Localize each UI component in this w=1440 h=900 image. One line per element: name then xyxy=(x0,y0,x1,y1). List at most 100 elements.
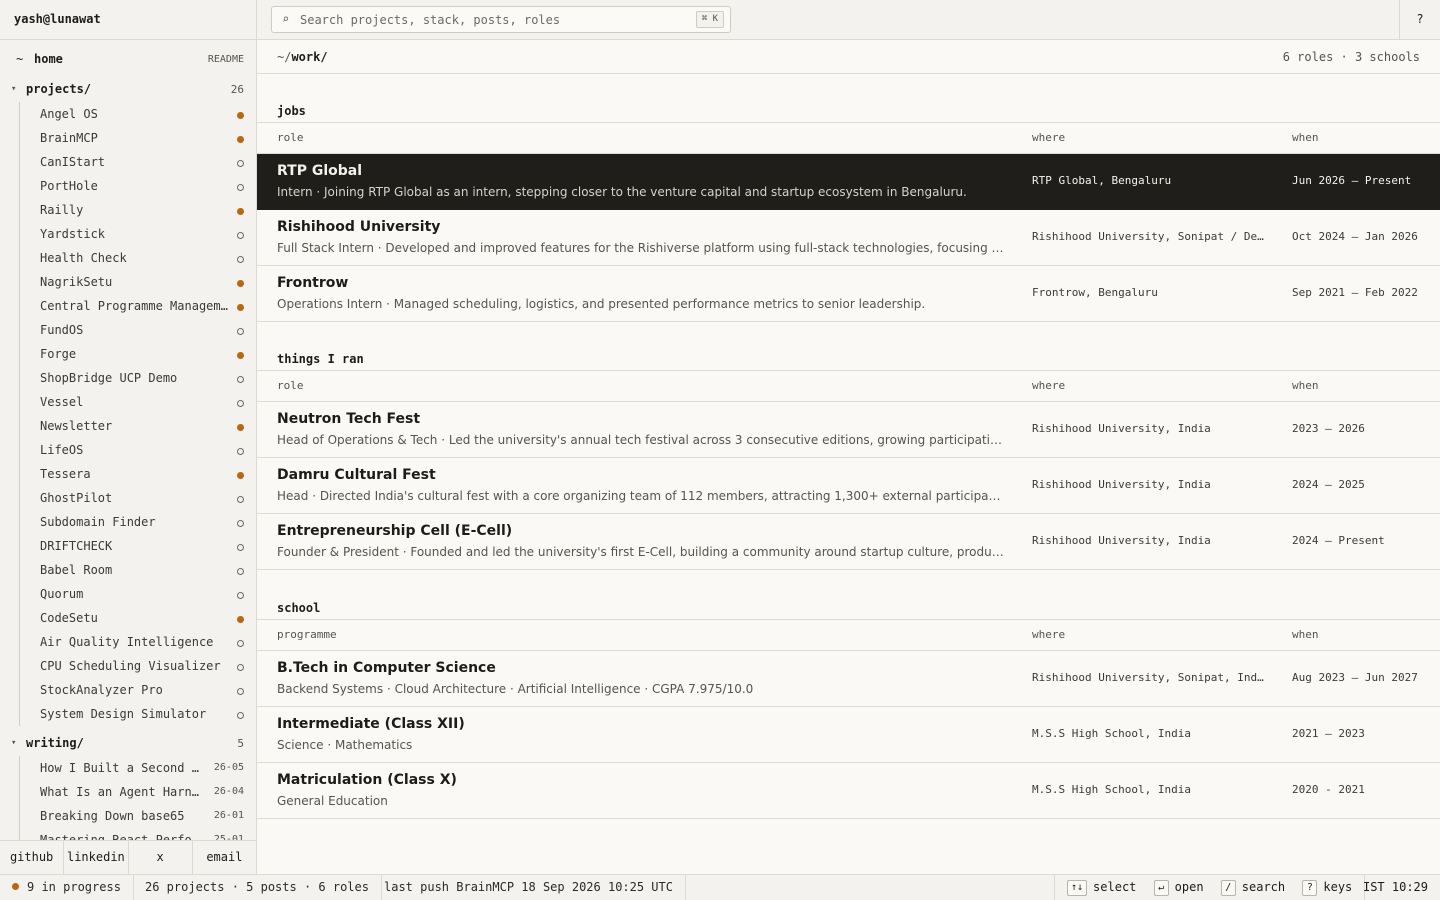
sidebar-project-item[interactable]: CodeSetu xyxy=(0,606,256,630)
github-link[interactable]: github xyxy=(0,841,65,874)
column-header-when[interactable]: when xyxy=(1292,379,1319,392)
row-description: Full Stack Intern · Developed and improv… xyxy=(277,241,1007,255)
idle-dot-icon xyxy=(237,688,244,695)
project-name: Air Quality Intelligence xyxy=(40,635,214,649)
table-row[interactable]: B.Tech in Computer Science Backend System… xyxy=(257,651,1440,707)
table-header: programme where when xyxy=(257,619,1440,651)
section-title: school xyxy=(277,601,321,615)
sidebar-project-item[interactable]: Subdomain Finder xyxy=(0,510,256,534)
sidebar-project-item[interactable]: Air Quality Intelligence xyxy=(0,630,256,654)
table-row[interactable]: Neutron Tech Fest Head of Operations & Te… xyxy=(257,402,1440,458)
sidebar-post-item[interactable]: Breaking Down base65 26-01 xyxy=(0,804,256,828)
sidebar-project-item[interactable]: Newsletter xyxy=(0,414,256,438)
breadcrumb: ~/work/ xyxy=(277,50,328,64)
row-title: Frontrow xyxy=(277,275,349,291)
help-button[interactable]: ? xyxy=(1399,0,1440,39)
row-where: Frontrow, Bengaluru xyxy=(1032,286,1158,299)
row-description: Head of Operations & Tech · Led the univ… xyxy=(277,433,1007,447)
column-header-role[interactable]: role xyxy=(277,379,304,392)
idle-dot-icon xyxy=(237,496,244,503)
work-summary: 6 roles · 3 schools xyxy=(1282,50,1420,64)
project-name: Vessel xyxy=(40,395,84,409)
sidebar-project-item[interactable]: CPU Scheduling Visualizer xyxy=(0,654,256,678)
column-header-role[interactable]: role xyxy=(277,131,304,144)
sidebar-project-item[interactable]: GhostPilot xyxy=(0,486,256,510)
sidebar-home[interactable]: ~ home README xyxy=(0,50,256,70)
sidebar-project-item[interactable]: PortHole xyxy=(0,174,256,198)
projects-folder-label: projects/ xyxy=(26,82,92,96)
brand[interactable]: yash@lunawat xyxy=(0,0,257,40)
project-name: Railly xyxy=(40,203,84,217)
sidebar-project-item[interactable]: StockAnalyzer Pro xyxy=(0,678,256,702)
sidebar-project-item[interactable]: Health Check xyxy=(0,246,256,270)
sidebar-post-item[interactable]: What Is an Agent Harness 26-04 xyxy=(0,780,256,804)
sidebar-project-item[interactable]: LifeOS xyxy=(0,438,256,462)
sidebar-project-item[interactable]: BrainMCP xyxy=(0,126,256,150)
row-where: Rishihood University, India xyxy=(1032,422,1211,435)
sidebar-project-item[interactable]: System Design Simulator xyxy=(0,702,256,726)
project-name: Babel Room xyxy=(40,563,113,577)
in-progress-dot-icon xyxy=(237,112,244,119)
project-name: Angel OS xyxy=(40,107,98,121)
projects-folder[interactable]: ▾ projects/ 26 xyxy=(0,80,256,100)
linkedin-link[interactable]: linkedin xyxy=(64,841,129,874)
project-name: FundOS xyxy=(40,323,84,337)
sidebar-project-item[interactable]: DRIFTCHECK xyxy=(0,534,256,558)
breadcrumb-root[interactable]: ~/ xyxy=(277,50,291,64)
project-name: Newsletter xyxy=(40,419,113,433)
search-box[interactable]: ⌕ ⌘ K xyxy=(271,6,731,33)
path-bar: ~/work/ 6 roles · 3 schools xyxy=(257,40,1440,74)
column-header-where[interactable]: where xyxy=(1032,131,1065,144)
table-row[interactable]: Damru Cultural Fest Head · Directed India… xyxy=(257,458,1440,514)
x-link[interactable]: x xyxy=(129,841,193,874)
sidebar-project-item[interactable]: FundOS xyxy=(0,318,256,342)
idle-dot-icon xyxy=(237,640,244,647)
table-row[interactable]: Matriculation (Class X) General Education… xyxy=(257,763,1440,819)
select-key-icon: ↑↓ xyxy=(1067,880,1088,896)
sidebar-project-item[interactable]: NagrikSetu xyxy=(0,270,256,294)
sidebar-project-item[interactable]: Yardstick xyxy=(0,222,256,246)
writing-folder-label: writing/ xyxy=(26,736,84,750)
row-when: Oct 2024 — Jan 2026 xyxy=(1292,230,1418,243)
sidebar-post-item[interactable]: How I Built a Second Brain 26-05 xyxy=(0,756,256,780)
sidebar-project-item[interactable]: Quorum xyxy=(0,582,256,606)
sidebar-project-item[interactable]: Angel OS xyxy=(0,102,256,126)
status-bar: 9 in progress 26 projects · 5 posts · 6 … xyxy=(0,874,1440,900)
idle-dot-icon xyxy=(237,400,244,407)
project-name: Health Check xyxy=(40,251,127,265)
project-name: LifeOS xyxy=(40,443,84,457)
sidebar-project-item[interactable]: Babel Room xyxy=(0,558,256,582)
column-header-where[interactable]: where xyxy=(1032,379,1065,392)
table-row[interactable]: Intermediate (Class XII) Science · Mathem… xyxy=(257,707,1440,763)
writing-folder[interactable]: ▾ writing/ 5 xyxy=(0,734,256,754)
sidebar-project-item[interactable]: CanIStart xyxy=(0,150,256,174)
email-link[interactable]: email xyxy=(193,841,256,874)
post-title: Breaking Down base65 xyxy=(40,809,185,823)
search-shortcut-hint: ⌘ K xyxy=(695,11,724,28)
column-header-when[interactable]: when xyxy=(1292,628,1319,641)
column-header-where[interactable]: where xyxy=(1032,628,1065,641)
in-progress-dot-icon xyxy=(237,304,244,311)
search-input[interactable] xyxy=(300,10,680,30)
column-header-when[interactable]: when xyxy=(1292,131,1319,144)
sidebar-project-item[interactable]: Vessel xyxy=(0,390,256,414)
sidebar: ~ home README ▾ projects/ 26 Angel OS Bra… xyxy=(0,40,257,874)
sidebar-project-item[interactable]: Central Programme Management xyxy=(0,294,256,318)
row-when: 2024 — Present xyxy=(1292,534,1385,547)
table-row[interactable]: Frontrow Operations Intern · Managed sche… xyxy=(257,266,1440,322)
sidebar-project-item[interactable]: Tessera xyxy=(0,462,256,486)
project-name: Quorum xyxy=(40,587,84,601)
breadcrumb-current: work/ xyxy=(291,50,328,64)
row-where: M.S.S High School, India xyxy=(1032,727,1191,740)
in-progress-dot-icon xyxy=(237,472,244,479)
sidebar-project-item[interactable]: ShopBridge UCP Demo xyxy=(0,366,256,390)
social-links: github linkedin x email xyxy=(0,840,256,874)
project-name: CanIStart xyxy=(40,155,106,169)
table-row[interactable]: Rishihood University Full Stack Intern · … xyxy=(257,210,1440,266)
table-row[interactable]: RTP Global Intern · Joining RTP Global as… xyxy=(257,154,1440,210)
row-where: Rishihood University, Sonipat / Delhi xyxy=(1032,230,1270,243)
column-header-role[interactable]: programme xyxy=(277,628,337,641)
sidebar-project-item[interactable]: Forge xyxy=(0,342,256,366)
table-row[interactable]: Entrepreneurship Cell (E-Cell) Founder & … xyxy=(257,514,1440,570)
sidebar-project-item[interactable]: Railly xyxy=(0,198,256,222)
